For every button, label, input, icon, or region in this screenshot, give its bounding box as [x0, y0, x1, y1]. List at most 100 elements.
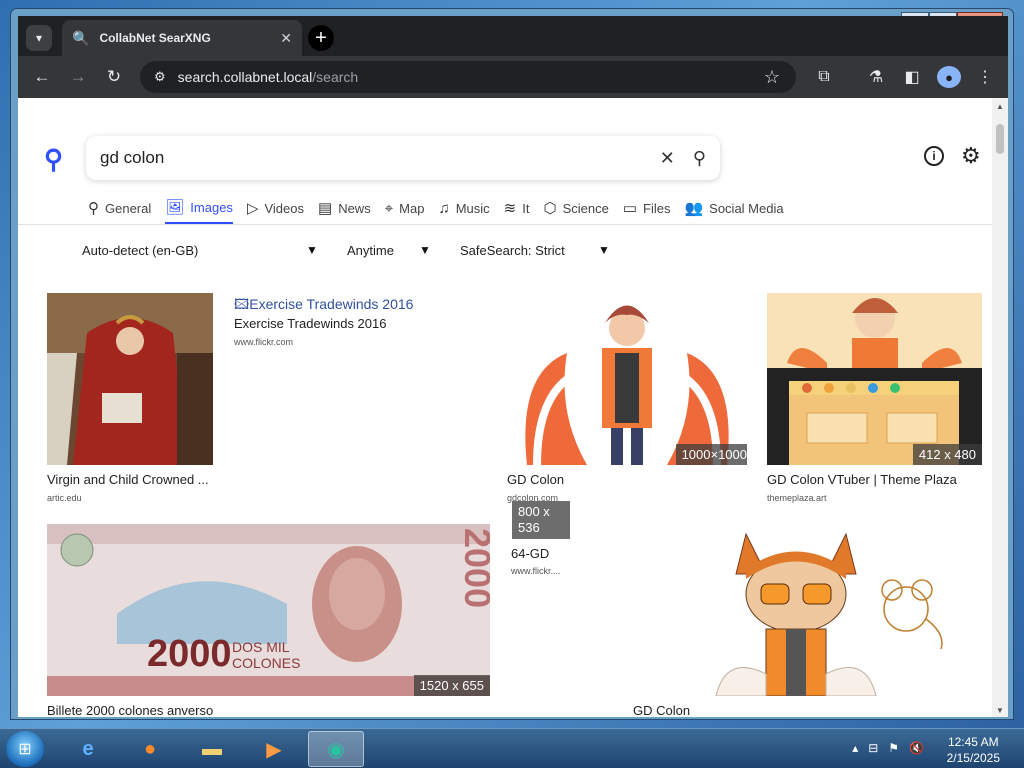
scroll-down-icon[interactable]: ▼ — [996, 706, 1004, 715]
search-submit-icon[interactable]: ⚲ — [693, 148, 706, 169]
play-icon: ▷ — [246, 200, 259, 217]
result-url[interactable]: themeplaza.art — [767, 493, 827, 503]
volume-muted-icon[interactable]: 🔇 — [909, 741, 924, 755]
svg-text:DOS MIL: DOS MIL — [232, 639, 290, 655]
search-input[interactable] — [100, 148, 642, 168]
profile-avatar-icon[interactable]: ● — [937, 66, 961, 88]
file-explorer-icon[interactable]: ▬ — [184, 731, 240, 767]
reload-icon[interactable]: ↻ — [102, 66, 126, 88]
tab-music[interactable]: ♫ Music — [438, 198, 489, 224]
action-center-flag-icon[interactable]: ⚑ — [888, 741, 899, 755]
site-info-icon[interactable]: ⚙ — [154, 69, 166, 85]
tab-strip: ▾ 🔍 CollabNet SearXNG ✕ + — [18, 16, 1008, 56]
result-title[interactable]: GD Colon VTuber | Theme Plaza — [767, 472, 982, 487]
new-tab-button[interactable]: + — [308, 25, 334, 51]
forward-icon[interactable]: → — [66, 66, 90, 88]
result-image-gd-colon-drawing[interactable] — [706, 524, 986, 696]
result-url[interactable]: www.flickr.... — [511, 566, 561, 576]
cube-icon: ⬡ — [543, 200, 557, 217]
result-title[interactable]: 64-GD — [511, 546, 591, 561]
tab-label: Files — [643, 200, 671, 216]
scroll-thumb[interactable] — [996, 124, 1004, 154]
tab-label: News — [338, 200, 371, 216]
tab-close-icon[interactable]: ✕ — [280, 30, 292, 47]
broken-image-icon: 🖾 — [234, 296, 250, 312]
category-divider — [18, 224, 992, 225]
result-title[interactable]: GD Colon — [507, 472, 707, 487]
safesearch-filter[interactable]: SafeSearch: Strict — [460, 243, 565, 258]
active-app-icon[interactable]: ◉ — [308, 731, 364, 767]
music-icon: ♫ — [438, 199, 450, 217]
internet-explorer-icon[interactable]: e — [60, 731, 116, 767]
tab-images[interactable]: 🖼 Images — [165, 198, 233, 224]
result-image-virgin-child[interactable] — [47, 293, 213, 465]
tab-label: It — [522, 200, 530, 216]
clock-date: 2/15/2025 — [946, 751, 1000, 765]
clear-search-icon[interactable]: ✕ — [660, 148, 675, 169]
result-url[interactable]: www.flickr.com — [234, 337, 293, 347]
settings-gear-icon[interactable]: ⚙ — [961, 143, 981, 169]
media-player-icon[interactable]: ▶ — [246, 731, 302, 767]
tab-active[interactable]: 🔍 CollabNet SearXNG ✕ — [62, 20, 302, 56]
search-filters: Auto-detect (en-GB) ▼ Anytime ▼ SafeSear… — [18, 243, 992, 267]
tab-search-button[interactable]: ▾ — [26, 25, 52, 51]
svg-text:COLONES: COLONES — [232, 655, 300, 671]
tab-label: Map — [399, 200, 425, 216]
banknote-thumbnail: 2000 DOS MIL COLONES 2000 — [47, 524, 490, 696]
time-filter[interactable]: Anytime — [347, 243, 394, 258]
tray-expand-icon[interactable]: ▴ — [852, 741, 858, 755]
language-filter[interactable]: Auto-detect (en-GB) — [82, 243, 198, 258]
tab-videos[interactable]: ▷ Videos — [247, 198, 304, 224]
start-button[interactable]: ⊞ — [6, 731, 44, 767]
search-icon: ⚲ — [88, 200, 99, 217]
scroll-up-icon[interactable]: ▲ — [996, 102, 1004, 111]
result-broken-image[interactable]: 🖾Exercise Tradewinds 2016 — [234, 294, 413, 318]
language-dropdown-caret-icon[interactable]: ▼ — [306, 243, 318, 257]
result-image-theme-plaza[interactable]: 412 x 480 — [767, 293, 982, 465]
tab-files[interactable]: ▭ Files — [623, 198, 671, 224]
result-title[interactable]: Virgin and Child Crowned ... — [47, 472, 217, 487]
address-bar[interactable]: ⚙ search.collabnet.local/search ☆ — [140, 61, 796, 93]
result-url[interactable]: artic.edu — [47, 493, 82, 503]
theme-plaza-thumbnail — [767, 293, 982, 465]
tab-label: Social Media — [709, 200, 784, 216]
tab-map[interactable]: ⌖ Map — [385, 198, 425, 224]
bookmark-star-icon[interactable]: ☆ — [764, 67, 780, 88]
menu-dots-icon[interactable]: ⋮ — [973, 66, 997, 88]
tab-science[interactable]: ⬡ Science — [543, 198, 608, 224]
system-tray: ▴ ⊟ ⚑ 🔇 — [842, 741, 924, 755]
result-title[interactable]: Billete 2000 colones anverso — [47, 703, 347, 717]
result-image-gd-colon[interactable]: 1000×1000 — [507, 293, 747, 465]
tab-title: CollabNet SearXNG — [99, 31, 211, 45]
searxng-logo-icon[interactable]: ⚲ — [44, 144, 63, 175]
time-dropdown-caret-icon[interactable]: ▼ — [419, 243, 431, 257]
category-tabs: ⚲ General 🖼 Images ▷ Videos ▤ News ⌖ Map ♫ Music ≋ It… — [88, 198, 798, 224]
image-icon: 🖼 — [165, 199, 185, 216]
clock-time: 12:45 AM — [947, 735, 999, 749]
tab-label: Images — [190, 199, 233, 215]
system-clock[interactable]: 12:45 AM 2/15/2025 — [947, 734, 1000, 766]
result-title[interactable]: GD Colon — [633, 703, 833, 717]
tab-news[interactable]: ▤ News — [318, 198, 371, 224]
tab-it[interactable]: ≋ It — [504, 198, 530, 224]
result-title[interactable]: Exercise Tradewinds 2016 — [234, 316, 454, 331]
image-size-badge: 800 x 536 — [512, 501, 570, 539]
newspaper-icon: ▤ — [318, 200, 333, 217]
back-icon[interactable]: ← — [30, 66, 54, 88]
tab-social-media[interactable]: 👥 Social Media — [684, 198, 783, 224]
tab-general[interactable]: ⚲ General — [88, 198, 151, 224]
extensions-icon[interactable]: ⧉ — [812, 66, 836, 88]
side-panel-icon[interactable]: ◧ — [900, 66, 924, 88]
tab-label: Videos — [264, 200, 304, 216]
people-icon: 👥 — [684, 200, 704, 217]
tab-label: General — [105, 200, 152, 216]
url-host: search.collabnet.local — [177, 69, 313, 85]
safesearch-dropdown-caret-icon[interactable]: ▼ — [598, 243, 610, 257]
result-image-banknote[interactable]: 2000 DOS MIL COLONES 2000 1520 x 655 — [47, 524, 490, 696]
network-icon[interactable]: ⊟ — [868, 741, 878, 755]
page-scrollbar[interactable]: ▲ ▼ — [992, 98, 1008, 717]
info-icon[interactable]: i — [924, 146, 944, 166]
firefox-icon[interactable]: ● — [122, 731, 178, 767]
image-size-badge: 1520 x 655 — [413, 675, 490, 696]
labs-flask-icon[interactable]: ⚗ — [864, 66, 888, 88]
